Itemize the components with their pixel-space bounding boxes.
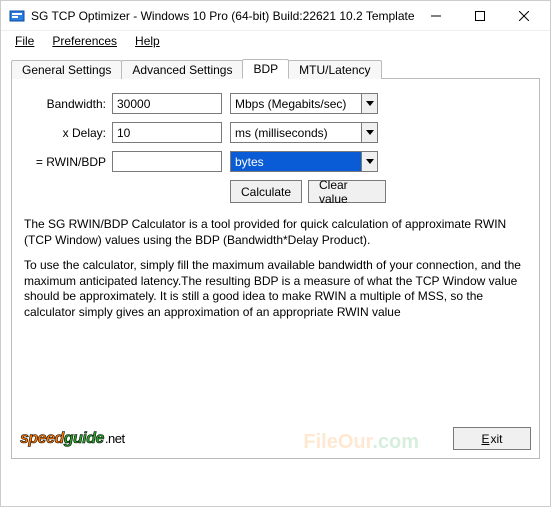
row-delay: x Delay: ms (milliseconds) [24,122,527,143]
bandwidth-label: Bandwidth: [24,97,112,111]
logo-guide: guide [64,430,104,447]
chevron-down-icon [361,152,377,171]
titlebar: SG TCP Optimizer - Windows 10 Pro (64-bi… [1,1,550,31]
button-row: Calculate Clear value [230,180,527,203]
delay-unit-combo[interactable]: ms (milliseconds) [230,122,378,143]
app-icon [9,8,25,24]
rwin-unit-text: bytes [231,155,361,169]
bandwidth-unit-text: Mbps (Megabits/sec) [231,97,361,111]
speedguide-logo: speedguide.net [20,430,125,448]
menu-file[interactable]: File [7,32,42,50]
menu-preferences-label: Preferences [52,34,117,48]
bandwidth-unit-combo[interactable]: Mbps (Megabits/sec) [230,93,378,114]
exit-button[interactable]: Exit [453,427,531,450]
tab-mtu-latency[interactable]: MTU/Latency [288,60,381,79]
tab-panel-bdp: Bandwidth: Mbps (Megabits/sec) x Delay: … [11,79,540,459]
chevron-down-icon [361,123,377,142]
tab-general-settings[interactable]: General Settings [11,60,122,79]
minimize-button[interactable] [414,2,458,30]
tab-bdp[interactable]: BDP [242,59,289,79]
menu-file-label: File [15,34,34,48]
rwin-label: = RWIN/BDP [24,155,112,169]
calculate-button[interactable]: Calculate [230,180,302,203]
clear-value-button[interactable]: Clear value [308,180,386,203]
logo-net: .net [105,431,125,446]
menu-preferences[interactable]: Preferences [44,32,125,50]
tab-advanced-settings[interactable]: Advanced Settings [121,60,243,79]
delay-label: x Delay: [24,126,112,140]
tabstrip: General Settings Advanced Settings BDP M… [11,57,540,79]
delay-input[interactable] [112,122,222,143]
bandwidth-input[interactable] [112,93,222,114]
description-p1: The SG RWIN/BDP Calculator is a tool pro… [24,217,527,248]
maximize-button[interactable] [458,2,502,30]
rwin-input[interactable] [112,151,222,172]
menubar: File Preferences Help [1,31,550,51]
footer: speedguide.net Exit [20,427,531,450]
window-title: SG TCP Optimizer - Windows 10 Pro (64-bi… [31,9,414,23]
logo-speed: speed [20,430,64,447]
row-bandwidth: Bandwidth: Mbps (Megabits/sec) [24,93,527,114]
delay-unit-text: ms (milliseconds) [231,126,361,140]
description-p2: To use the calculator, simply fill the m… [24,258,527,320]
menu-help-label: Help [135,34,160,48]
rwin-unit-combo[interactable]: bytes [230,151,378,172]
row-rwin: = RWIN/BDP bytes [24,151,527,172]
chevron-down-icon [361,94,377,113]
close-button[interactable] [502,2,546,30]
menu-help[interactable]: Help [127,32,168,50]
